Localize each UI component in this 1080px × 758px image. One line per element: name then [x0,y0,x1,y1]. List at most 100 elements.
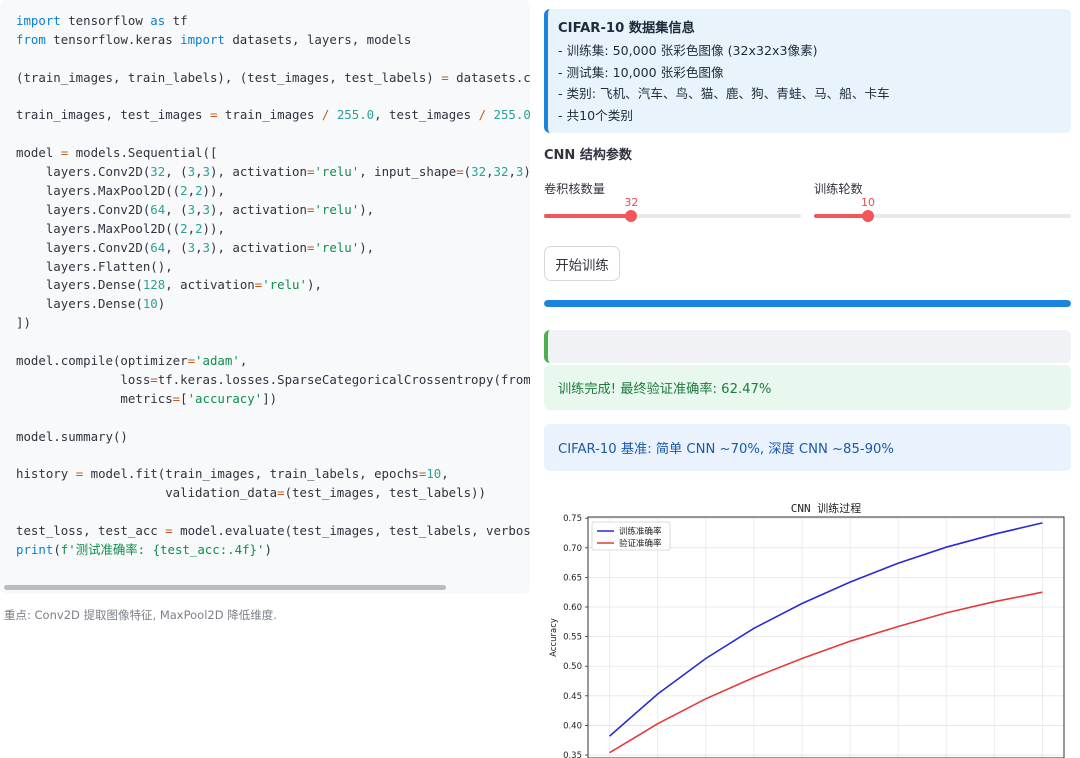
code-token: layers.Conv2D( [16,201,151,217]
epochs-slider-fill [814,214,868,218]
code-line: layers.Conv2D(64, (3,3), activation='rel… [16,201,530,220]
code-line: loss=tf.keras.losses.SparseCategoricalCr… [16,371,530,390]
code-line: (train_images, train_labels), (test_imag… [16,69,530,88]
code-token: model [16,145,61,161]
baseline-info-message: CIFAR-10 基准: 简单 CNN ~70%, 深度 CNN ~85-90% [544,424,1071,471]
filters-slider[interactable] [544,210,801,222]
epochs-slider-thumb[interactable] [861,210,874,222]
code-token: 255.0 [336,107,375,123]
chart-axes-frame [587,516,1065,758]
code-token: = [277,485,285,501]
filters-slider-fill [544,214,632,218]
code-token: models.Sequential([ [68,145,218,161]
code-token: [ [180,390,188,406]
start-training-button[interactable]: 开始训练 [544,246,620,281]
training-chart-svg: CNN 训练过程 0.35 0.40 0.45 0.50 0.55 0.60 0.65 0.70… [549,501,1065,758]
code-token: (train_images, train_labels), (test_imag… [16,69,442,85]
code-token: ), [359,239,375,255]
code-token: 2 [195,220,203,236]
success-message: 训练完成! 最终验证准确率: 62.47% [544,365,1071,410]
code-token: 'accuracy' [187,390,263,406]
code-token: , input_shape [359,164,457,180]
chart-ytick-label: 0.60 [563,603,582,613]
code-horizontal-scrollbar[interactable] [4,585,446,590]
code-token: ]) [16,315,31,331]
training-progress-bar [544,300,1071,307]
chart-series-line-2 [609,591,1043,754]
code-token: 3 [202,164,210,180]
code-line: model = models.Sequential([ [16,144,530,163]
code-token: , [441,466,449,482]
code-line: from tensorflow.keras import datasets, l… [16,31,530,50]
code-caption: 重点: Conv2D 提取图像特征, MaxPool2D 降低维度. [4,608,277,622]
code-token: datasets, layers, models [224,31,412,47]
epochs-slider-value: 10 [860,196,875,209]
code-token: ), activation [210,201,307,217]
code-token: ) [157,296,166,312]
epochs-slider[interactable] [814,210,1071,222]
code-token: ) [264,541,272,557]
code-token: layers.MaxPool2D(( [16,183,181,199]
code-token: from [16,31,46,47]
code-token: 'relu' [262,277,307,293]
code-token: model.compile(optimizer [16,353,188,369]
filters-slider-label: 卷积核数量 [544,182,605,196]
code-block: import tensorflow as tf from tensorflow.k… [0,0,530,594]
code-token: , [195,201,203,217]
code-token: = [165,523,173,539]
chart-ytick-label: 0.35 [563,751,582,758]
code-line: train_images, test_images = train_images… [16,106,530,125]
training-chart: CNN 训练过程 0.35 0.40 0.45 0.50 0.55 0.60 0.65 0.70… [544,495,1080,758]
filters-slider-thumb[interactable] [625,210,638,222]
code-token: 2 [195,183,203,199]
code-token: 3 [187,239,196,255]
chart-ytick-label: 0.75 [563,514,582,524]
code-line: validation_data=(test_images, test_label… [16,484,530,503]
code-token: tf.keras.losses.SparseCategoricalCrossen… [157,371,530,387]
code-token: = [172,390,181,406]
code-token: tensorflow.keras [45,31,181,47]
chart-ytick-label: 0.40 [563,721,582,731]
code-token: 'relu' [314,239,360,255]
code-token: , [486,164,494,180]
code-token: (test_images, test_labels)) [284,485,486,501]
chart-ytick-label: 0.55 [563,633,582,643]
code-line: print(f'测试准确率: {test_acc:.4f}') [16,541,530,560]
code-token: 64 [150,201,166,217]
chart-ylabel: Accuracy [549,618,559,657]
code-token: ( [53,541,61,557]
code-token: metrics [16,390,173,406]
code-token: )), [523,164,530,179]
code-token: / [478,107,487,123]
code-token: ), [359,201,375,217]
chart-ytick-label: 0.50 [563,662,582,672]
code-token: , [187,183,196,199]
code-token: , [508,164,516,180]
code-token: test_loss, test_acc [16,523,166,539]
code-token: 32 [150,164,166,180]
code-line: ]) [16,314,530,333]
training-progress-fill [544,300,1071,307]
code-token: layers.Conv2D( [16,239,151,255]
code-line: layers.Flatten(), [16,258,530,277]
code-token: 32 [471,164,487,180]
code-token: layers.Conv2D( [16,164,151,180]
code-token: as [150,13,166,28]
dataset-info-title: CIFAR-10 数据集信息 [558,21,695,36]
dataset-info-item: - 共10个类别 [558,107,633,123]
dataset-info-item: - 训练集: 50,000 张彩色图像 (32x32x3像素) [558,43,818,58]
code-token: import [180,31,225,47]
code-token: = [187,353,196,369]
code-token: 'adam' [195,353,240,369]
code-token: 3 [202,201,210,217]
code-body: import tensorflow as tf from tensorflow.k… [16,12,530,582]
code-line: layers.Dense(128, activation='relu'), [16,276,530,295]
code-token: , ( [165,239,188,255]
code-token: import [16,13,61,28]
chart-series-line-1 [609,522,1043,737]
